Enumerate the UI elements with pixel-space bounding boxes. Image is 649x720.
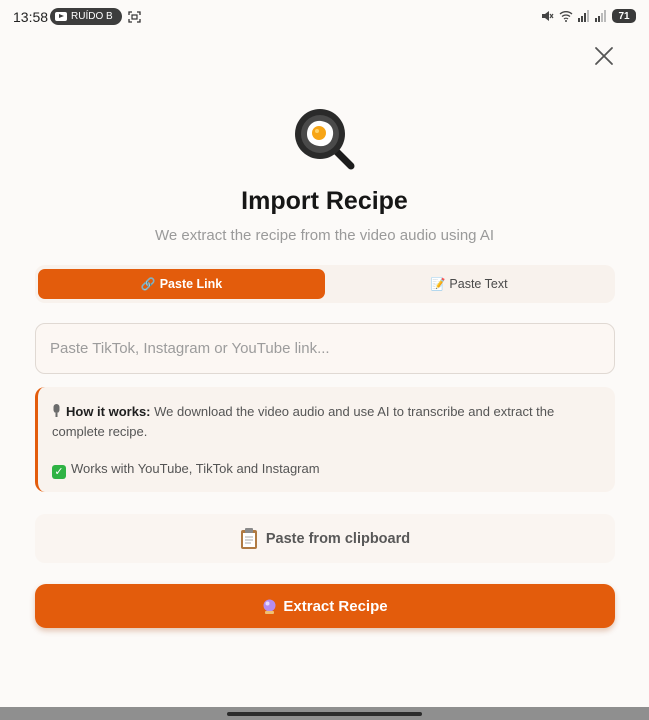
mute-icon: [542, 11, 554, 21]
clipboard-icon: [240, 528, 257, 549]
tab-paste-link-label: Paste Link: [159, 277, 223, 291]
wifi-icon: [559, 11, 573, 22]
media-pill[interactable]: RUÍDO B: [50, 8, 122, 25]
youtube-icon: [55, 12, 67, 21]
how-it-works-heading: How it works:: [66, 404, 151, 419]
link-input[interactable]: [35, 323, 615, 374]
extract-recipe-button[interactable]: Extract Recipe: [35, 584, 615, 628]
status-bar: 13:58 RUÍDO B 71: [0, 0, 649, 33]
frying-pan-egg-icon: [295, 109, 355, 170]
screen-record-icon: [128, 11, 141, 23]
extract-recipe-label: Extract Recipe: [283, 597, 388, 615]
page-title: Import Recipe: [241, 187, 408, 215]
import-recipe-screen: 13:58 RUÍDO B 71 Import Recipe We extrac…: [0, 0, 649, 720]
crystal-ball-icon: [263, 599, 276, 614]
supported-platforms: ✓ Works with YouTube, TikTok and Instagra…: [52, 459, 601, 479]
supported-platforms-text: Works with YouTube, TikTok and Instagram: [71, 461, 320, 476]
microphone-icon: [53, 404, 60, 417]
navigation-bar: [0, 707, 649, 720]
memo-icon: 📝: [430, 277, 446, 291]
check-icon: ✓: [52, 465, 66, 479]
tab-paste-text-label: Paste Text: [449, 277, 508, 291]
home-handle[interactable]: [227, 712, 422, 716]
signal-icon-2: [595, 10, 606, 22]
close-icon[interactable]: [593, 45, 615, 67]
battery-indicator: 71: [612, 9, 636, 23]
paste-from-clipboard-label: Paste from clipboard: [265, 530, 411, 547]
page-subtitle: We extract the recipe from the video aud…: [154, 227, 495, 244]
signal-icon: [578, 10, 589, 22]
how-it-works-text: How it works: We download the video audi…: [52, 402, 601, 442]
media-pill-label: RUÍDO B: [71, 11, 113, 22]
system-icons: 71: [541, 9, 636, 23]
tab-paste-text[interactable]: 📝 Paste Text: [327, 269, 611, 299]
paste-from-clipboard-button[interactable]: Paste from clipboard: [35, 514, 615, 563]
tab-paste-link[interactable]: 🔗 Paste Link: [38, 269, 325, 299]
link-icon: 🔗: [140, 277, 156, 291]
how-it-works-box: How it works: We download the video audi…: [35, 387, 615, 492]
import-mode-tabs: 🔗 Paste Link 📝 Paste Text: [35, 265, 615, 303]
status-time: 13:58: [13, 9, 49, 25]
